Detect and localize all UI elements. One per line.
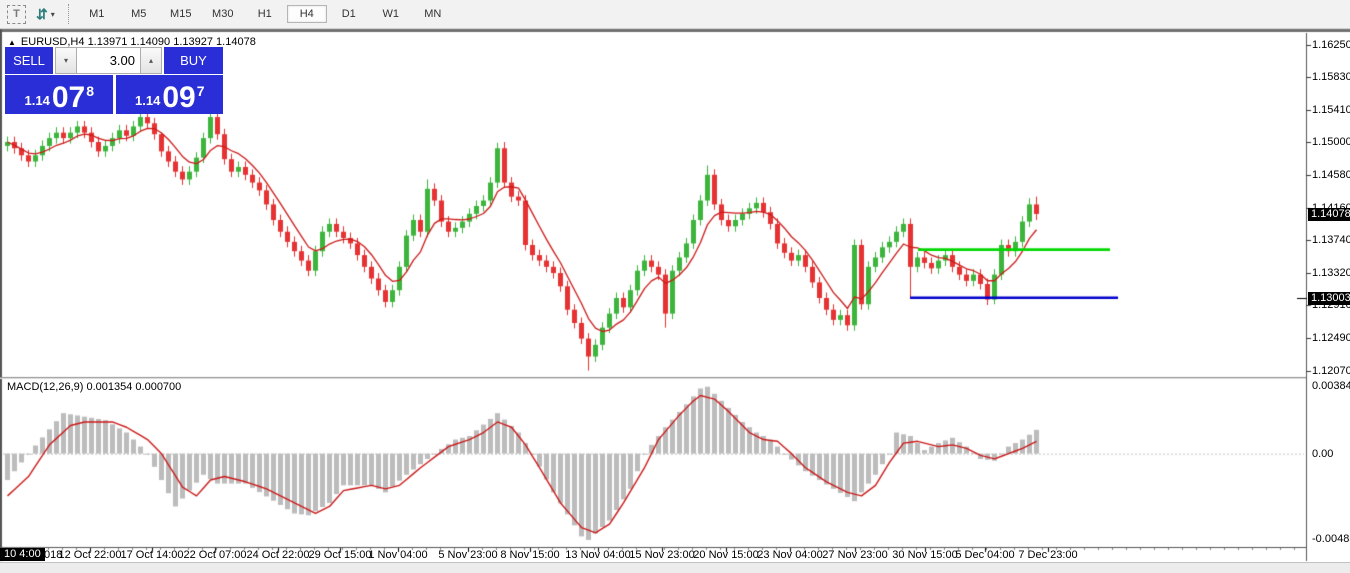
timeframe-button-mn[interactable]: MN (413, 5, 453, 23)
time-tick-label: 7 Dec 23:00 (1018, 549, 1077, 561)
time-tick-label: 29 Oct 15:00 (309, 549, 372, 561)
time-tick-label: 17 Oct 14:00 (121, 549, 184, 561)
volume-value: 3.00 (110, 53, 135, 68)
price-tick-label: 1.15410 (1312, 104, 1350, 116)
time-tick-label: 8 Nov 15:00 (500, 549, 559, 561)
price-tick-label: 1.15830 (1312, 71, 1350, 83)
timeframe-button-group: M1M5M15M30H1H4D1W1MN (76, 5, 454, 23)
crosshair-time-badge: 10 4:00 (0, 548, 45, 561)
volume-decrease-button[interactable]: ▾ (55, 47, 77, 74)
arrange-style-button[interactable]: ⇵ ▾ (33, 3, 58, 25)
buy-price-box[interactable]: 1.14 09 7 (116, 75, 224, 114)
sell-price-box[interactable]: 1.14 07 8 (5, 75, 113, 114)
time-tick-label: 13 Nov 04:00 (565, 549, 630, 561)
chart-template-button[interactable]: T (4, 3, 29, 25)
one-click-trade-panel: SELL ▾ 3.00 ▴ BUY 1.14 07 8 1.14 0 (5, 47, 223, 114)
sell-button-label: SELL (13, 53, 45, 68)
price-tick-label: 1.12070 (1312, 365, 1350, 377)
timeframe-button-h4[interactable]: H4 (287, 5, 327, 23)
sell-price-pip: 8 (86, 83, 94, 99)
sell-price-big: 07 (52, 85, 85, 111)
macd-tick-label: -0.004856 (1312, 533, 1350, 545)
price-tick-label: 1.13320 (1312, 267, 1350, 279)
time-tick-label: 22 Oct 07:00 (184, 549, 247, 561)
volume-input[interactable]: 3.00 (77, 47, 140, 74)
buy-button-label: BUY (180, 53, 207, 68)
price-tick-label: 1.12490 (1312, 332, 1350, 344)
toolbar-grip[interactable] (68, 4, 70, 24)
price-tick-label: 1.13740 (1312, 234, 1350, 246)
time-tick-label: 15 Nov 23:00 (629, 549, 694, 561)
timeframe-button-d1[interactable]: D1 (329, 5, 369, 23)
timeframe-button-m1[interactable]: M1 (77, 5, 117, 23)
macd-tick-label: 0.003847 (1312, 380, 1350, 392)
buy-button[interactable]: BUY (164, 47, 223, 74)
time-tick-label: 30 Nov 15:00 (892, 549, 957, 561)
timeframe-button-h1[interactable]: H1 (245, 5, 285, 23)
support-level-badge: 1.13003 (1308, 292, 1350, 305)
buy-price-pip: 7 (197, 83, 205, 99)
time-tick-label: 27 Nov 23:00 (822, 549, 887, 561)
time-tick-label: 12 Oct 22:00 (59, 549, 122, 561)
status-strip (0, 562, 1350, 573)
arrange-style-icon: ⇵ (36, 6, 48, 23)
time-tick-label: 5 Dec 04:00 (955, 549, 1014, 561)
time-tick-label: 24 Oct 22:00 (247, 549, 310, 561)
time-tick-label: 5 Nov 23:00 (438, 549, 497, 561)
current-price-badge: 1.14078 (1308, 208, 1350, 221)
collapse-triangle-icon: ▲ (8, 38, 16, 47)
macd-tick-label: 0.00 (1312, 448, 1333, 460)
timeframe-button-w1[interactable]: W1 (371, 5, 411, 23)
price-tick-label: 1.16250 (1312, 39, 1350, 51)
macd-indicator-label: MACD(12,26,9) 0.001354 0.000700 (7, 381, 181, 393)
chart-template-icon: T (7, 5, 26, 24)
sell-button[interactable]: SELL (5, 47, 53, 74)
volume-increase-button[interactable]: ▴ (140, 47, 162, 74)
price-tick-label: 1.14580 (1312, 169, 1350, 181)
sell-price-prefix: 1.14 (25, 93, 50, 108)
time-tick-label: 1 Nov 04:00 (368, 549, 427, 561)
buy-price-prefix: 1.14 (135, 93, 160, 108)
timeframe-button-m15[interactable]: M15 (161, 5, 201, 23)
trading-terminal-window: T ⇵ ▾ M1M5M15M30H1H4D1W1MN ▲EURUSD,H4 1.… (0, 0, 1350, 573)
chevron-down-icon: ▾ (51, 10, 55, 19)
timeframe-button-m5[interactable]: M5 (119, 5, 159, 23)
buy-price-big: 09 (162, 85, 195, 111)
price-tick-label: 1.15000 (1312, 136, 1350, 148)
time-tick-label: 23 Nov 04:00 (757, 549, 822, 561)
timeframe-button-m30[interactable]: M30 (203, 5, 243, 23)
time-tick-label: 20 Nov 15:00 (693, 549, 758, 561)
caret-up-icon: ▴ (149, 56, 153, 65)
partial-date-label: 018 (44, 549, 62, 561)
toolbar: T ⇵ ▾ M1M5M15M30H1H4D1W1MN (0, 0, 1350, 29)
caret-down-icon: ▾ (64, 56, 68, 65)
